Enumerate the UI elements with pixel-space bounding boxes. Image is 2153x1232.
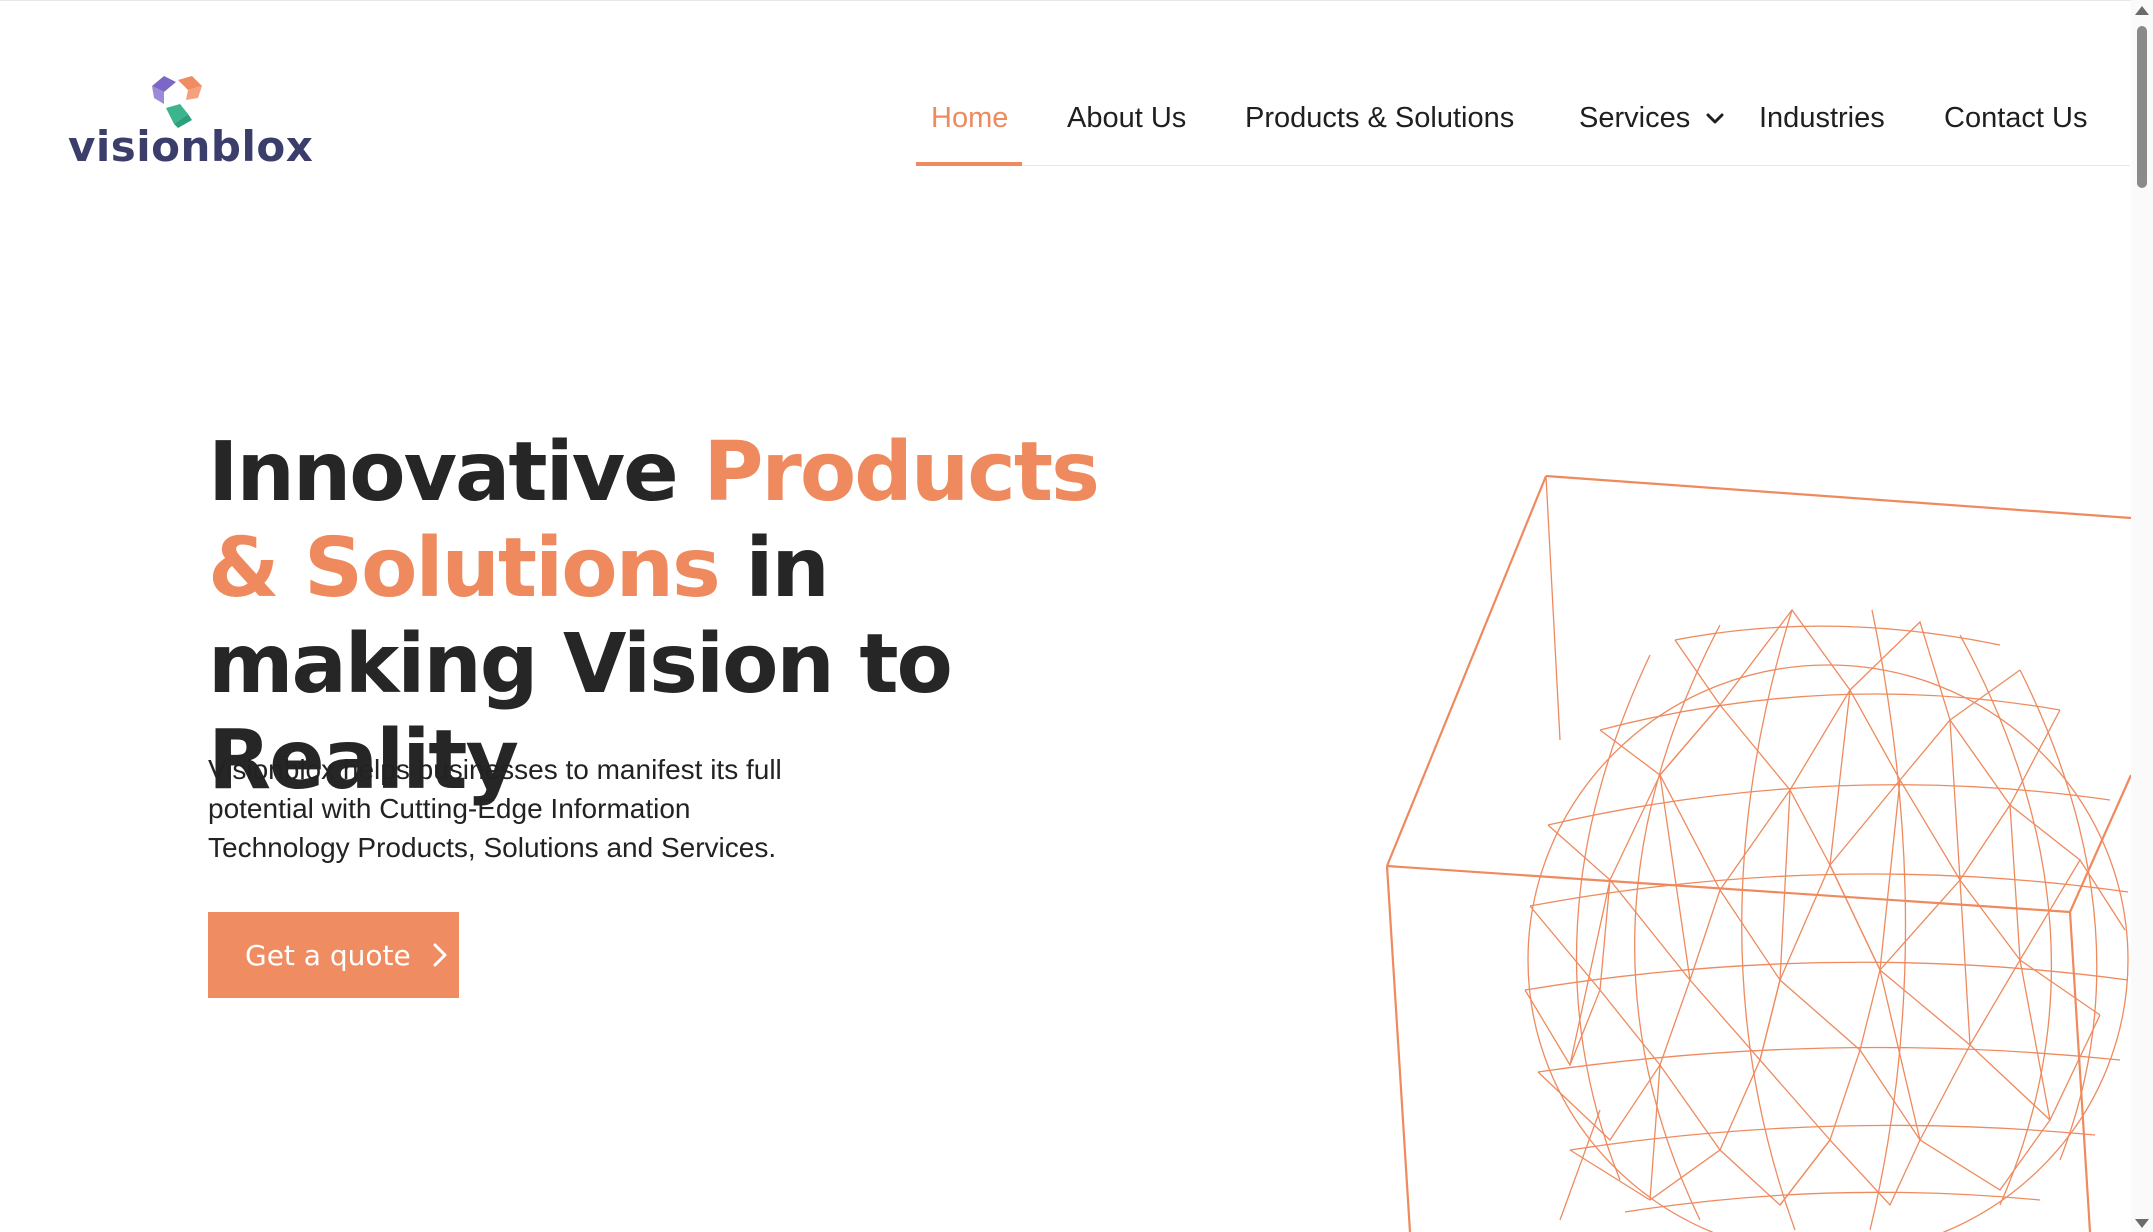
scroll-up-arrow-icon[interactable] <box>2135 6 2149 15</box>
get-a-quote-button[interactable]: Get a quote <box>208 912 459 998</box>
hero-description: Visionblox helps businesses to manifest … <box>208 754 782 863</box>
hero-title-part1: Innovative <box>208 425 704 520</box>
top-border <box>0 0 2153 1</box>
scroll-down-arrow-icon[interactable] <box>2135 1219 2149 1228</box>
logo-mark-icon <box>152 76 202 128</box>
nav-item-services[interactable]: Services <box>1579 102 1724 135</box>
nav-item-about-us[interactable]: About Us <box>1067 102 1186 135</box>
chevron-right-icon <box>433 943 447 967</box>
nav-active-indicator <box>916 162 1022 166</box>
nav-item-home[interactable]: Home <box>931 102 1008 135</box>
main-navigation: Home About Us Products & Solutions Servi… <box>916 96 2130 166</box>
page-scrollbar[interactable] <box>2131 0 2153 1232</box>
nav-item-contact-us[interactable]: Contact Us <box>1944 102 2087 135</box>
get-a-quote-label: Get a quote <box>245 938 411 972</box>
logo-wordmark: visionblox <box>68 122 314 171</box>
scrollbar-thumb[interactable] <box>2137 26 2147 188</box>
nav-item-products-solutions[interactable]: Products & Solutions <box>1245 102 1514 135</box>
nav-item-industries[interactable]: Industries <box>1759 102 1885 135</box>
site-logo[interactable]: visionblox <box>68 74 313 171</box>
wireframe-sphere-cube-icon <box>1385 474 2133 1232</box>
nav-item-services-label: Services <box>1579 102 1691 134</box>
chevron-down-icon <box>1706 113 1724 124</box>
